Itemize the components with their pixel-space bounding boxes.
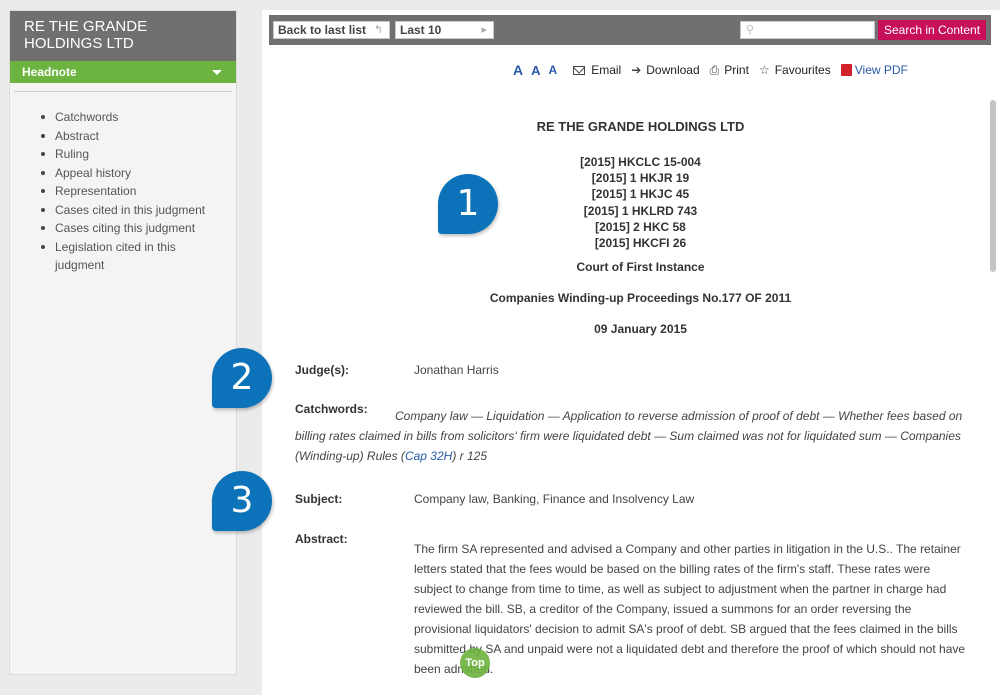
favourites-button[interactable]: ☆ Favourites xyxy=(759,63,831,77)
judgment-date: 09 January 2015 xyxy=(594,322,687,336)
sidebar-item-catchwords[interactable]: Catchwords xyxy=(38,108,226,127)
subject-label: Subject: xyxy=(295,492,343,506)
cap-32h-link[interactable]: Cap 32H xyxy=(405,449,452,463)
callout-badge-2: 2 xyxy=(212,348,272,408)
chevron-right-icon: ▸ xyxy=(481,24,487,36)
search-input[interactable] xyxy=(761,22,873,38)
view-pdf-link[interactable]: View PDF xyxy=(840,63,908,77)
callout-badge-3: 3 xyxy=(212,471,272,531)
last-10-label: Last 10 xyxy=(400,23,442,37)
search-icon: ⚲ xyxy=(746,24,755,36)
search-in-content-button[interactable]: Search in Content xyxy=(878,20,986,40)
font-size-small-button[interactable]: A xyxy=(549,63,558,77)
download-icon: ➔ xyxy=(631,63,642,77)
citation: [2015] HKCFI 26 xyxy=(594,236,687,251)
envelope-icon xyxy=(573,65,586,75)
headnote-section-list: Catchwords Abstract Ruling Appeal histor… xyxy=(10,92,236,275)
catchwords-suffix: ) r 125 xyxy=(452,449,487,463)
email-button[interactable]: Email xyxy=(573,63,621,77)
main-content: Back to last list ↰ Last 10 ▸ ⚲ Search i… xyxy=(262,10,1000,695)
sidebar-item-cases-citing[interactable]: Cases citing this judgment xyxy=(38,219,226,238)
abstract-label: Abstract: xyxy=(295,532,348,546)
view-pdf-label: View PDF xyxy=(854,63,908,77)
catchwords-text: Company law — Liquidation — Application … xyxy=(295,406,990,466)
citation: [2015] 1 HKLRD 743 xyxy=(583,203,698,218)
download-label: Download xyxy=(646,63,700,77)
subject-value: Company law, Banking, Finance and Insolv… xyxy=(414,492,695,506)
email-label: Email xyxy=(591,63,622,77)
citation: [2015] 1 HKJR 19 xyxy=(591,171,690,186)
headnote-label: Headnote xyxy=(22,65,77,79)
printer-icon: ⎙ xyxy=(709,62,720,77)
last-10-dropdown[interactable]: Last 10 ▸ xyxy=(395,21,494,39)
catchwords-body: Company law — Liquidation — Application … xyxy=(295,409,963,463)
toolbar: Back to last list ↰ Last 10 ▸ ⚲ Search i… xyxy=(269,15,991,45)
print-label: Print xyxy=(724,63,749,77)
citation: [2015] 2 HKC 58 xyxy=(595,219,686,234)
judge-label: Judge(s): xyxy=(295,363,349,377)
favourites-label: Favourites xyxy=(774,63,831,77)
pdf-icon xyxy=(840,64,852,76)
scrollbar[interactable] xyxy=(990,100,997,690)
callout-badge-1: 1 xyxy=(438,174,498,234)
star-icon: ☆ xyxy=(758,63,770,77)
sidebar-item-cases-cited[interactable]: Cases cited in this judgment xyxy=(38,201,226,220)
back-to-top-button[interactable]: Top xyxy=(460,648,490,678)
court-name: Court of First Instance xyxy=(576,260,705,274)
judge-name: Jonathan Harris xyxy=(414,363,499,377)
chevron-down-icon xyxy=(212,70,222,75)
citation-list: [2015] HKCLC 15-004 [2015] 1 HKJR 19 [20… xyxy=(262,154,1000,251)
font-size-large-button[interactable]: A xyxy=(513,62,523,78)
back-to-last-list-button[interactable]: Back to last list ↰ xyxy=(273,21,390,39)
document-title: RE THE GRANDE HOLDINGS LTD xyxy=(536,119,745,134)
download-button[interactable]: ➔ Download xyxy=(631,63,699,77)
citation: [2015] 1 HKJC 45 xyxy=(591,187,690,202)
sidebar-item-appeal-history[interactable]: Appeal history xyxy=(38,164,226,183)
proceedings-number: Companies Winding-up Proceedings No.177 … xyxy=(489,291,792,305)
headnote-dropdown[interactable]: Headnote xyxy=(10,61,236,83)
abstract-text: The firm SA represented and advised a Co… xyxy=(414,542,966,676)
return-arrow-icon: ↰ xyxy=(373,24,383,36)
sidebar-title: RE THE GRANDE HOLDINGS LTD xyxy=(10,11,236,61)
scrollbar-thumb[interactable] xyxy=(990,100,996,272)
back-label: Back to last list xyxy=(278,23,367,37)
citation: [2015] HKCLC 15-004 xyxy=(580,155,701,169)
document-actions: A A A Email ➔ Download ⎙ Print ☆ Favouri… xyxy=(513,61,918,79)
sidebar-item-ruling[interactable]: Ruling xyxy=(38,145,226,164)
print-button[interactable]: ⎙ Print xyxy=(710,63,749,78)
sidebar-item-representation[interactable]: Representation xyxy=(38,182,226,201)
search-box: ⚲ xyxy=(740,21,875,39)
sidebar-item-abstract[interactable]: Abstract xyxy=(38,127,226,146)
font-size-medium-button[interactable]: A xyxy=(531,63,540,78)
sidebar-item-legislation-cited[interactable]: Legislation cited in this judgment xyxy=(38,238,226,275)
sidebar: RE THE GRANDE HOLDINGS LTD Headnote Catc… xyxy=(9,10,237,675)
